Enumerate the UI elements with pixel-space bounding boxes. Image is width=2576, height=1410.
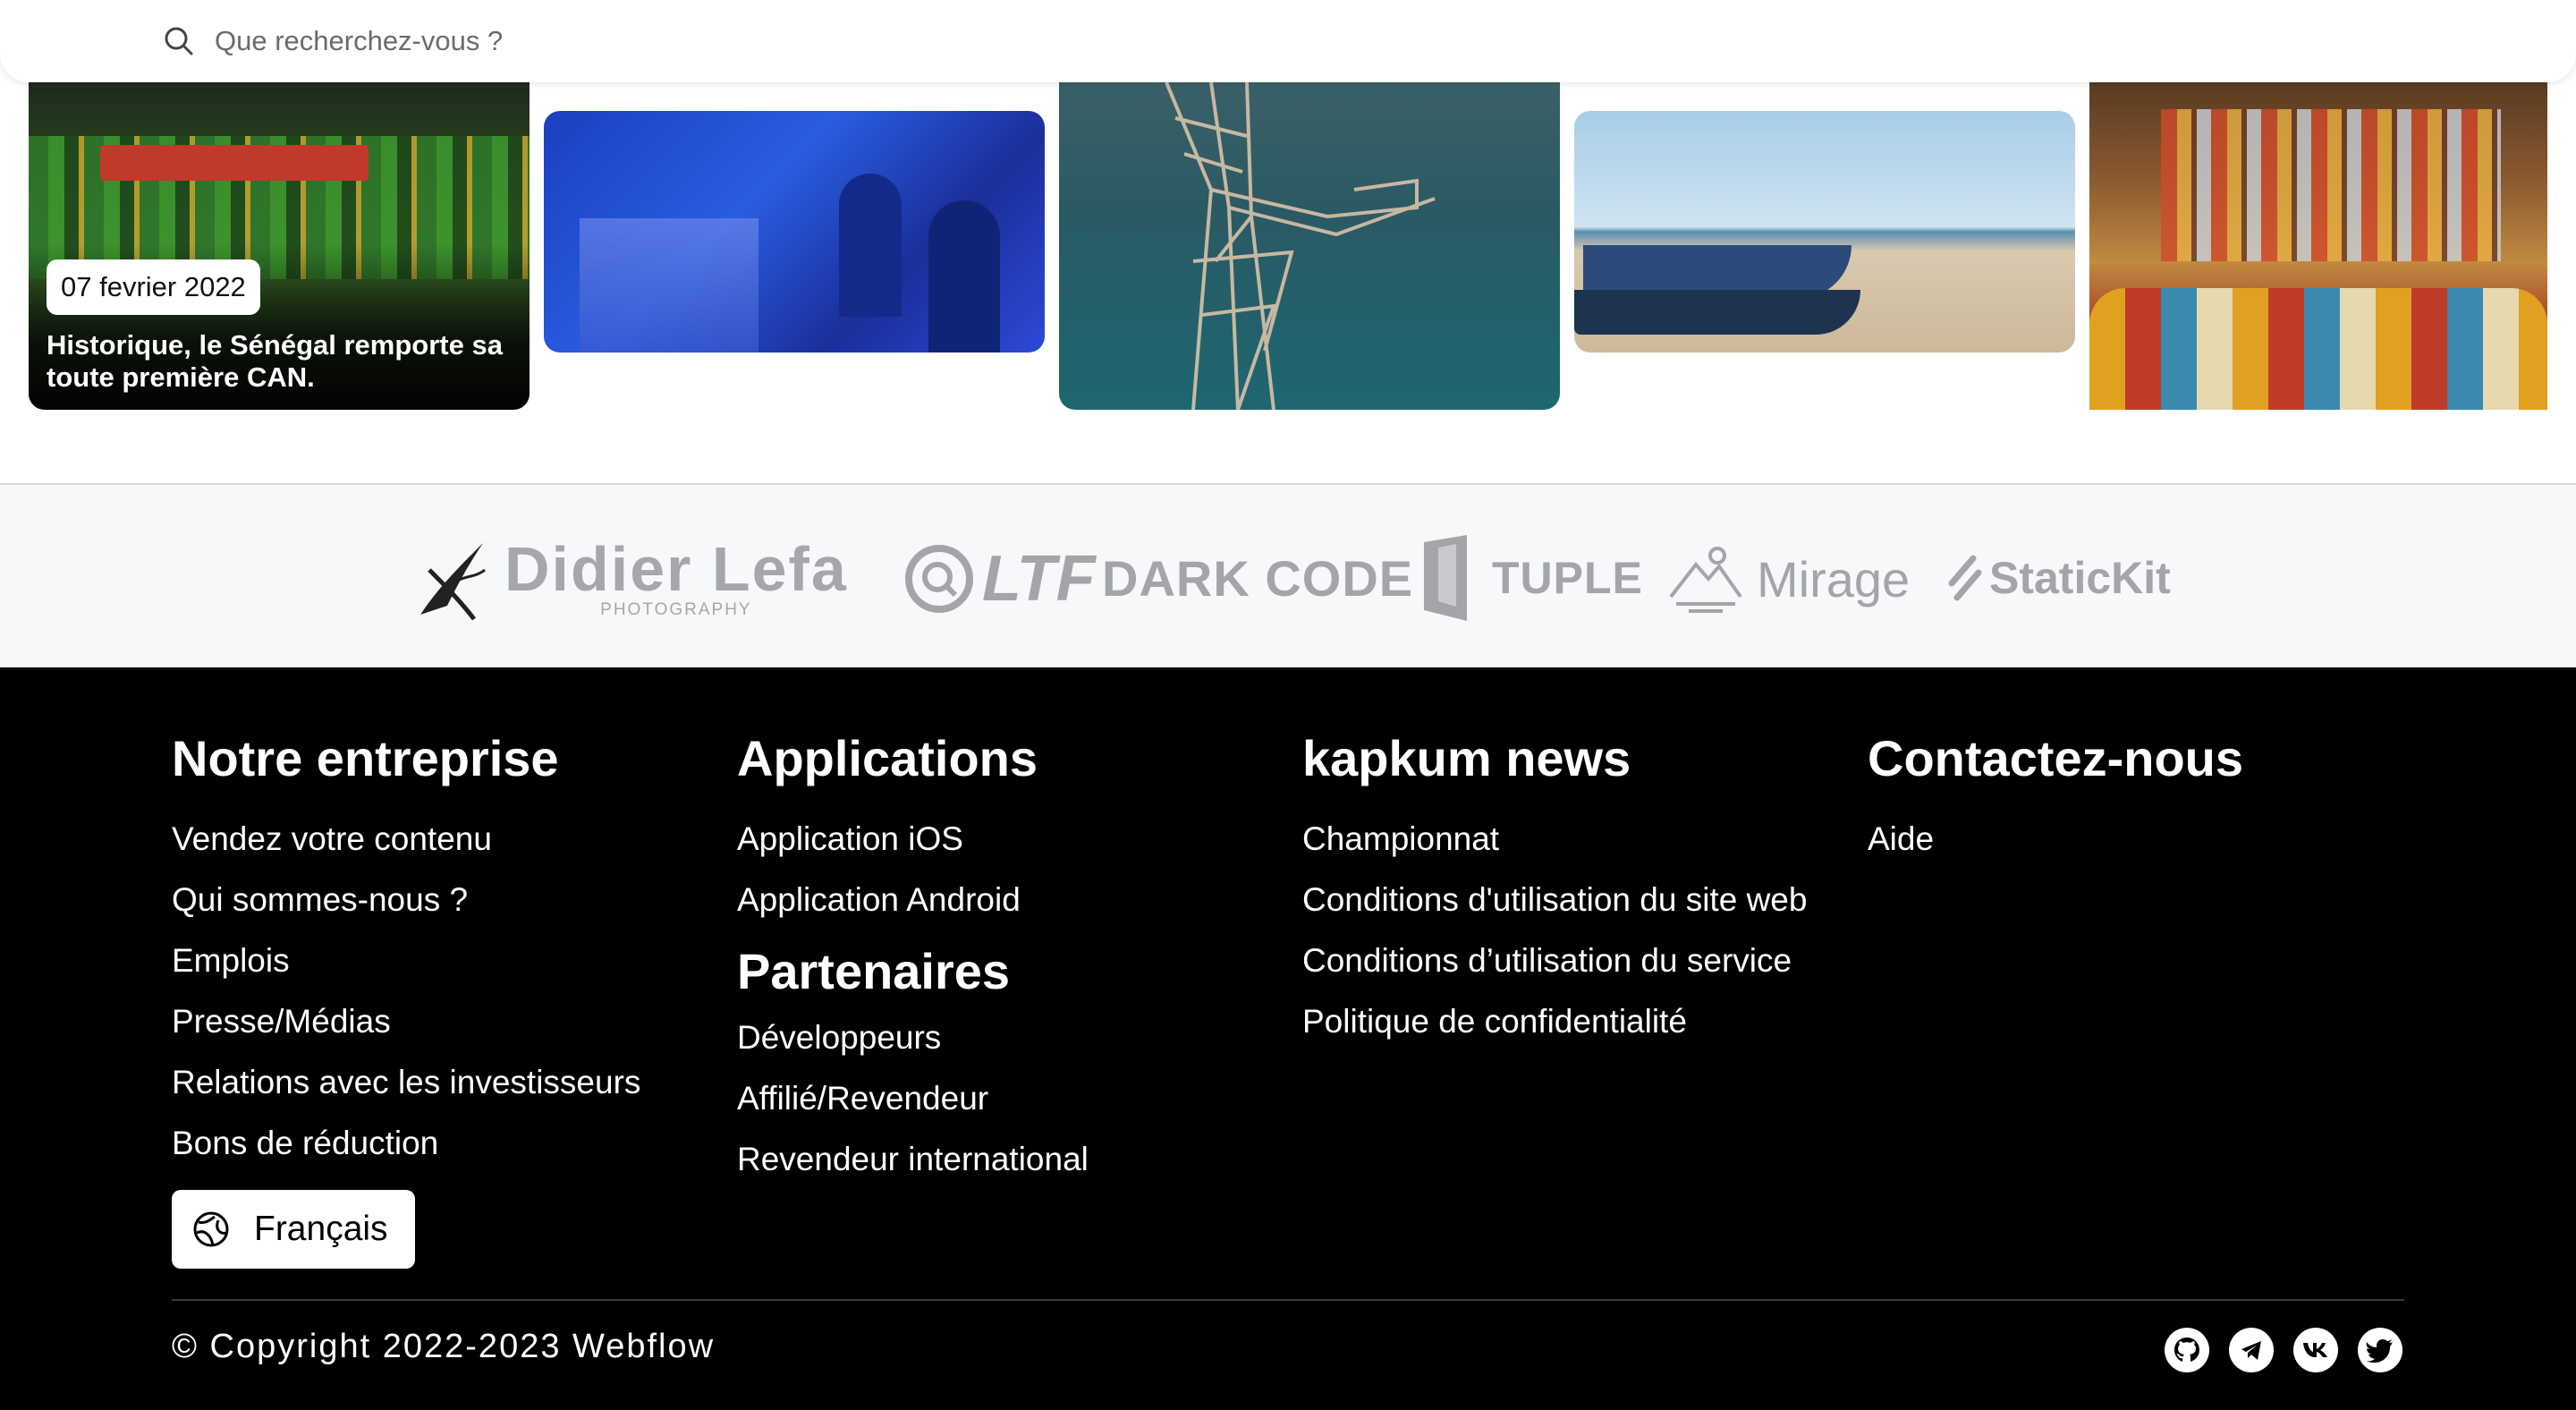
search-bar [0, 0, 2576, 82]
footer-link[interactable]: Affilié/Revendeur [737, 1068, 1089, 1129]
footer-link[interactable]: Politique de confidentialité [1302, 991, 1807, 1052]
footer-link[interactable]: Développeurs [737, 1007, 1089, 1068]
bird-icon [420, 543, 486, 621]
footer-link[interactable]: Qui sommes-nous ? [172, 870, 640, 930]
telegram-icon[interactable] [2229, 1328, 2274, 1372]
featured-card[interactable]: 07 fevrier 2022 Historique, le Sénégal r… [29, 82, 530, 410]
brand-subtitle: PHOTOGRAPHY [600, 600, 752, 619]
footer-divider [172, 1299, 2404, 1301]
magnifier-circle-icon [905, 545, 973, 613]
footer-link[interactable]: Emplois [172, 930, 640, 991]
footer-link[interactable]: Championnat [1302, 809, 1807, 870]
language-label: Français [254, 1210, 388, 1248]
photo-strip: 07 fevrier 2022 Historique, le Sénégal r… [0, 82, 2576, 485]
bolt-icon [1948, 555, 1982, 601]
beach-boats-photo[interactable] [1574, 111, 2075, 352]
card-title: Historique, le Sénégal remporte sa toute… [47, 329, 503, 393]
logo-statickit: StaticKit [1946, 542, 2171, 614]
footer-link[interactable]: Relations avec les investisseurs [172, 1052, 640, 1113]
door-icon [1424, 535, 1467, 621]
brand-name: Didier Lefa [504, 534, 848, 604]
copyright-text: © Copyright 2022-2023 Webflow [172, 1328, 716, 1365]
logo-mirage: Mirage [1667, 539, 1910, 619]
sculpture-hand-photo[interactable] [1059, 82, 1560, 410]
footer-link[interactable]: Revendeur international [737, 1129, 1089, 1190]
logo-didier-lefa: Didier Lefa PHOTOGRAPHY [411, 530, 848, 628]
footer-column-applications: Applications Application iOS Application… [737, 728, 1089, 1190]
logo-dark-code: DARK CODE [1102, 549, 1414, 607]
column-heading: Contactez-nous [1868, 730, 2243, 786]
spice-market-photo[interactable] [2089, 82, 2547, 410]
footer-column-company: Notre entreprise Vendez votre contenu Qu… [172, 728, 640, 1174]
footer-link[interactable]: Vendez votre contenu [172, 809, 640, 870]
footer-link[interactable]: Application iOS [737, 809, 1089, 870]
logo-tuple: TUPLE [1420, 533, 1643, 623]
github-icon[interactable] [2165, 1328, 2209, 1372]
footer-link[interactable]: Presse/Médias [172, 991, 640, 1052]
column-subheading: Partenaires [737, 943, 1011, 999]
footer-link[interactable]: Application Android [737, 870, 1089, 930]
column-heading: Notre entreprise [172, 730, 559, 786]
site-footer: Notre entreprise Vendez votre contenu Qu… [0, 667, 2576, 1410]
footer-link[interactable]: Bons de réduction [172, 1113, 640, 1174]
blue-street-photo[interactable] [544, 111, 1045, 352]
search-input[interactable] [215, 14, 1288, 68]
footer-link[interactable]: Conditions d’utilisation du service [1302, 930, 1807, 991]
date-badge: 07 fevrier 2022 [47, 259, 260, 315]
footer-column-contact: Contactez-nous Aide [1868, 728, 2243, 870]
vk-icon[interactable] [2293, 1328, 2338, 1372]
footer-column-news: kapkum news Championnat Conditions d'uti… [1302, 728, 1807, 1052]
footer-link[interactable]: Aide [1868, 809, 2243, 870]
twitter-icon[interactable] [2358, 1328, 2402, 1372]
logo-ltf: LTF [903, 539, 1096, 619]
social-links [2165, 1328, 2402, 1372]
footer-link[interactable]: Conditions d'utilisation du site web [1302, 870, 1807, 930]
language-selector[interactable]: Français [172, 1190, 415, 1269]
column-heading: Applications [737, 730, 1038, 786]
column-heading: kapkum news [1302, 730, 1631, 786]
search-icon [165, 27, 193, 55]
mountain-icon [1669, 547, 1742, 613]
partner-logos: Didier Lefa PHOTOGRAPHY LTF DARK CODE TU… [0, 483, 2576, 669]
globe-icon [193, 1211, 229, 1247]
